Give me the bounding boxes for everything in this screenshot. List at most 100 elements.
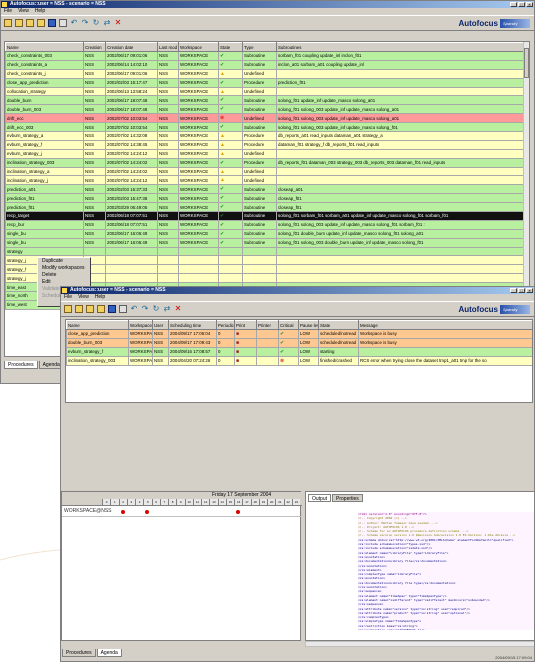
new-procedure-icon[interactable] <box>64 305 72 313</box>
minimize-button[interactable]: _ <box>510 2 517 7</box>
window-title-bar[interactable]: Autofocus::user = NSS - scenario = NSS _… <box>61 287 534 294</box>
menu-file[interactable]: File <box>4 8 12 15</box>
column-header[interactable]: Type <box>242 42 277 52</box>
new-procedure-icon[interactable] <box>4 19 12 27</box>
table-row[interactable]: prediction_f01 NSS 2002/03/29 06:49:05 NSS W… <box>5 202 524 213</box>
redo-icon[interactable]: ↷ <box>141 305 149 313</box>
maximize-button[interactable]: □ <box>518 2 525 7</box>
import-folder-icon[interactable] <box>97 305 105 313</box>
table-row[interactable]: collocation_strategy NSS 2002/06/13 13:58:… <box>5 86 524 97</box>
column-header[interactable]: State <box>218 42 243 52</box>
column-header[interactable]: Workspace <box>128 320 153 330</box>
column-header[interactable]: Workspace <box>178 42 219 52</box>
table-row[interactable]: prediction_a01 NSS 2002/02/03 15:37:33 NSS W… <box>5 184 524 195</box>
table-row[interactable]: evburn_strategy_fWORKSPACENSS2004/09/16 … <box>66 346 532 357</box>
redo-icon[interactable]: ↷ <box>81 19 89 27</box>
table-row[interactable]: prediction_f01 NSS 2002/02/03 15:47:38 NSS W… <box>5 193 524 204</box>
table-row[interactable]: strategy <box>5 246 524 257</box>
printer-icon[interactable]: ■ <box>236 349 239 355</box>
properties-icon[interactable] <box>59 19 67 27</box>
sync-icon[interactable]: ⇄ <box>163 305 171 313</box>
menu-view[interactable]: View <box>18 8 29 15</box>
tab-procedures[interactable]: Procedures <box>4 361 38 369</box>
sync-icon[interactable]: ⇄ <box>103 19 111 27</box>
output-hscrollbar[interactable] <box>305 641 534 647</box>
context-menu-item[interactable]: Duplicate <box>38 258 90 265</box>
menu-help[interactable]: Help <box>95 294 105 301</box>
table-row[interactable]: evburn_strategy_f NSS 2002/07/02 14:38:45 N… <box>5 139 524 150</box>
window-title-bar[interactable]: Autofocus::user = NSS - scenario = NSS _… <box>1 1 534 8</box>
column-header[interactable]: Critical <box>278 320 299 330</box>
import-folder-icon[interactable] <box>37 19 45 27</box>
table-row[interactable]: recp_target NSS 2002/06/18 07:07:51 NSS WORK… <box>5 211 524 221</box>
copy-folder-icon[interactable] <box>26 19 34 27</box>
table-row[interactable]: check_constraints_a NSS 2002/06/14 14:02:1… <box>5 59 524 70</box>
scheduled-event-marker[interactable] <box>145 510 150 514</box>
table-row[interactable]: double_burn NSS 2002/06/17 18:07:48 NSS WORK… <box>5 95 524 106</box>
context-menu-item[interactable]: Edit <box>38 279 90 286</box>
delete-icon[interactable]: ✕ <box>174 305 182 313</box>
column-header[interactable]: Name <box>5 42 84 52</box>
column-header[interactable]: Creation date <box>105 42 158 52</box>
column-header[interactable]: Name <box>66 320 129 330</box>
table-row[interactable]: inclination_strategy_j NSS 2002/07/02 14:2… <box>5 175 524 186</box>
column-header[interactable]: State <box>318 320 359 330</box>
copy-folder-icon[interactable] <box>86 305 94 313</box>
table-row[interactable]: recp_bur NSS 2002/06/18 07:07:51 NSS WORKSPA… <box>5 219 524 230</box>
table-row[interactable]: drift_ecc_003 NSS 2002/07/02 10:03:54 NSS WO… <box>5 122 524 133</box>
column-header[interactable]: Periodicity <box>216 320 235 330</box>
refresh-icon[interactable]: ↻ <box>92 19 100 27</box>
column-header[interactable]: Creation <box>83 42 106 52</box>
tab-properties[interactable]: Properties <box>332 494 363 502</box>
table-row[interactable]: drift_ecc NSS 2002/07/02 10:03:54 NSS WORKSP… <box>5 113 524 124</box>
menu-view[interactable]: View <box>78 294 89 301</box>
tab-procedures[interactable]: Procedures <box>62 649 96 657</box>
table-row[interactable]: double_burn_003 NSS 2002/06/17 18:07:48 NSS… <box>5 104 524 115</box>
table-row[interactable]: inclination_strategy_003WORKSPACENSS2004… <box>66 355 532 366</box>
table-row[interactable]: inclination_strategy_003 NSS 2002/07/02 14… <box>5 157 524 168</box>
printer-icon[interactable]: ■ <box>236 340 239 346</box>
printer-icon[interactable]: ■ <box>236 358 239 364</box>
workspace-icon[interactable] <box>48 19 56 27</box>
column-header[interactable]: Printer <box>256 320 279 330</box>
tab-agenda[interactable]: Agenda <box>96 649 122 657</box>
column-header[interactable]: User <box>152 320 169 330</box>
column-header[interactable]: Last mod <box>157 42 179 52</box>
table-row[interactable]: close_app_predictionWORKSPACENSS2004/09/… <box>66 329 532 339</box>
scheduler-row[interactable]: WORKSPACE@NSS <box>62 507 302 517</box>
column-header[interactable]: Print <box>234 320 257 330</box>
open-folder-icon[interactable] <box>15 19 23 27</box>
printer-icon[interactable]: ■ <box>236 331 239 337</box>
close-button[interactable]: × <box>526 2 533 7</box>
open-folder-icon[interactable] <box>75 305 83 313</box>
table-row[interactable]: close_app_prediction NSS 2002/02/03 15:17:… <box>5 77 524 88</box>
table-row[interactable]: check_constraints_j NSS 2002/06/17 09:01:0… <box>5 68 524 79</box>
table-row[interactable]: evburn_strategy_j NSS 2002/07/02 14:24:12 N… <box>5 148 524 159</box>
workspace-icon[interactable] <box>108 305 116 313</box>
column-header[interactable]: Pause level <box>298 320 319 330</box>
scheduled-event-marker[interactable] <box>236 510 241 514</box>
scroll-thumb[interactable] <box>524 48 529 78</box>
undo-icon[interactable]: ↶ <box>130 305 138 313</box>
table-row[interactable]: inclination_strategy_a NSS 2002/07/02 14:2… <box>5 166 524 177</box>
column-header[interactable]: Subroutines <box>276 42 524 52</box>
table-row[interactable]: single_bu NSS 2002/06/17 16:06:49 NSS WORKSP… <box>5 237 524 248</box>
menu-file[interactable]: File <box>64 294 72 301</box>
context-menu-item[interactable]: Delete <box>38 272 90 279</box>
context-menu-item[interactable]: Modify workspaces <box>38 265 90 272</box>
tab-output[interactable]: Output <box>308 494 332 502</box>
column-header[interactable]: Message <box>358 320 532 330</box>
refresh-icon[interactable]: ↻ <box>152 305 160 313</box>
scheduled-event-marker[interactable] <box>120 510 125 514</box>
minimize-button[interactable]: _ <box>510 288 517 293</box>
table-row[interactable]: evburn_strategy_a NSS 2002/07/02 14:32:08 N… <box>5 131 524 141</box>
menu-help[interactable]: Help <box>35 8 45 15</box>
table-row[interactable]: double_burn_003WORKSPACENSS2004/09/17 17… <box>66 337 532 348</box>
table-row[interactable]: check_constraints_003 NSS 2002/06/17 09:01… <box>5 51 524 61</box>
maximize-button[interactable]: □ <box>518 288 525 293</box>
column-header[interactable]: Scheduling time <box>168 320 217 330</box>
undo-icon[interactable]: ↶ <box>70 19 78 27</box>
table-row[interactable]: single_bu NSS 2002/06/17 16:06:49 NSS WORKSP… <box>5 228 524 239</box>
delete-icon[interactable]: ✕ <box>114 19 122 27</box>
close-button[interactable]: × <box>526 288 533 293</box>
